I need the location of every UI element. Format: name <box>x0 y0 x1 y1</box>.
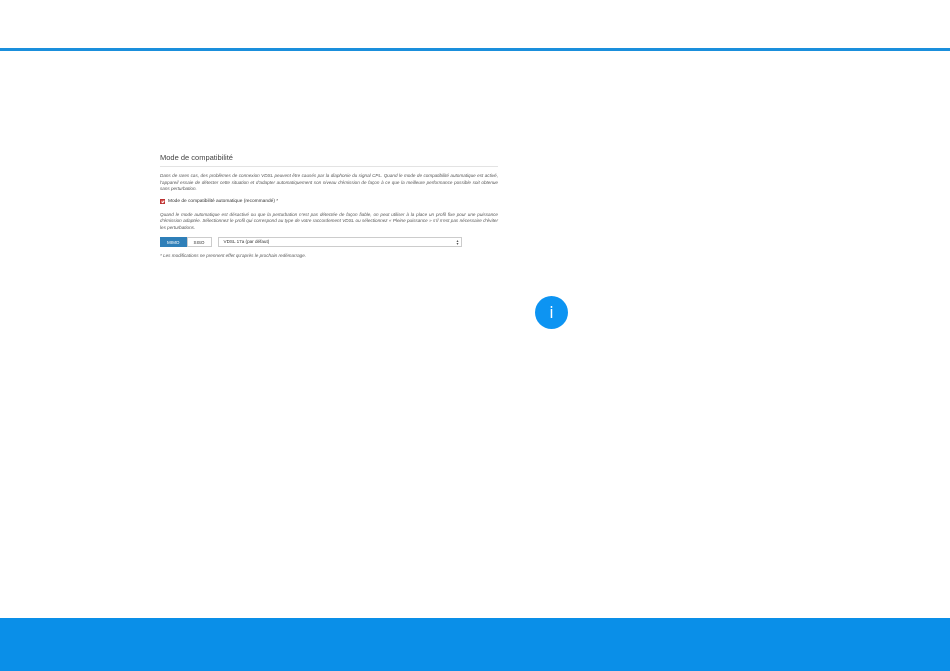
mode-toggle: MIMO SISO <box>160 237 212 247</box>
info-icon: i <box>535 296 568 329</box>
auto-compat-row[interactable]: Mode de compatibilité automatique (recom… <box>160 198 498 204</box>
profile-select-value: VDSL 17a (par défaut) <box>223 239 270 244</box>
profile-select[interactable]: VDSL 17a (par défaut) ▴ ▾ <box>217 237 462 247</box>
auto-compat-checkbox[interactable] <box>160 198 165 204</box>
profile-controls: MIMO SISO VDSL 17a (par défaut) ▴ ▾ <box>160 237 498 247</box>
compatibility-mode-panel: Mode de compatibilité Dans de rares cas,… <box>160 153 498 258</box>
select-arrows-icon: ▴ ▾ <box>456 238 459 246</box>
restart-note: * Les modifications ne prennent effet qu… <box>160 253 307 258</box>
intro-text: Dans de rares cas, des problèmes de conn… <box>160 173 498 191</box>
auto-compat-label: Mode de compatibilité automatique (recom… <box>168 198 279 204</box>
siso-button[interactable]: SISO <box>186 237 212 247</box>
section-title: Mode de compatibilité <box>160 153 498 167</box>
mimo-button[interactable]: MIMO <box>160 237 187 247</box>
help-text: Quand le mode automatique est désactivé … <box>160 211 498 230</box>
footer-band <box>0 618 950 671</box>
header-divider <box>0 48 950 51</box>
